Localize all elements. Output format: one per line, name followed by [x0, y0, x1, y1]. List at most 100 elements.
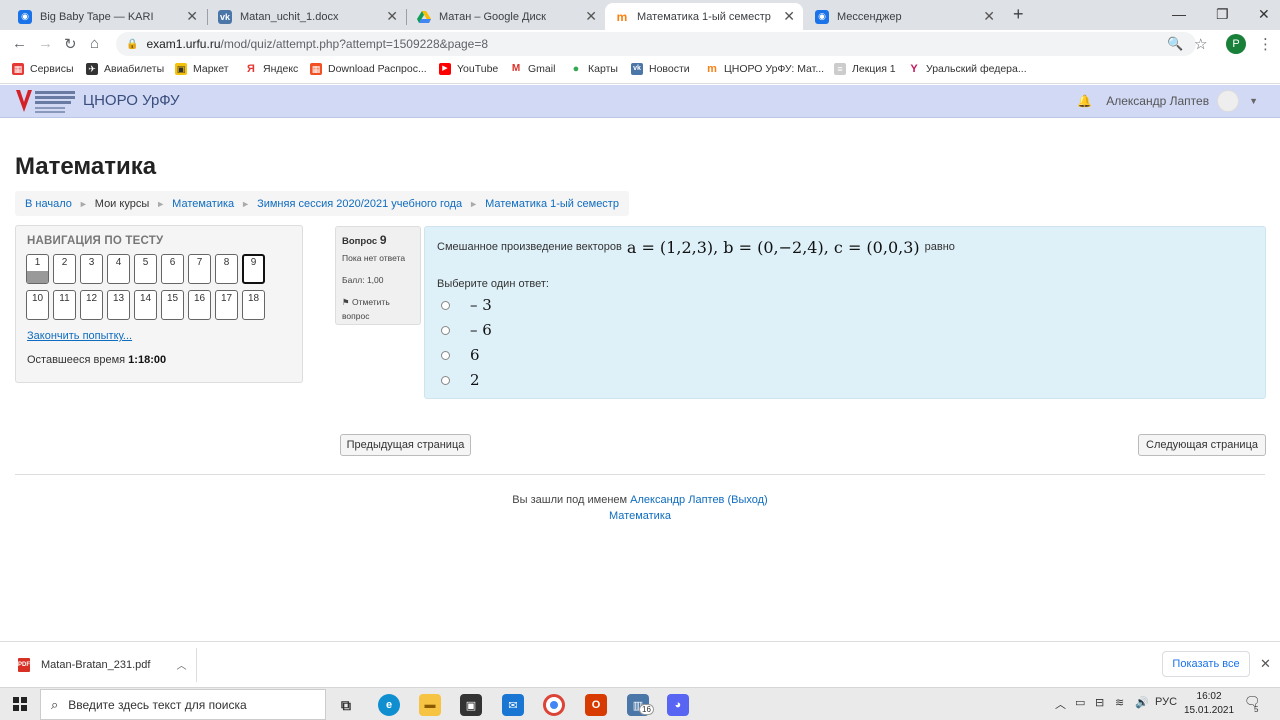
wifi-icon[interactable]: ≋ — [1115, 696, 1124, 709]
previous-page-button[interactable]: Предыдущая страница — [340, 434, 471, 456]
download-item[interactable]: PDF Matan-Bratan_231.pdf ︿ — [18, 657, 186, 672]
language-indicator[interactable]: РУС — [1155, 696, 1177, 708]
site-title[interactable]: ЦНОРО УрФУ — [83, 92, 180, 109]
footer-user-link[interactable]: Александр Лаптев — [630, 494, 724, 506]
bookmark-lecture[interactable]: ≡ Лекция 1 — [834, 63, 896, 75]
mail-icon[interactable]: ✉ — [502, 694, 524, 716]
tab-messenger[interactable]: ◉ Мессенджер ✕ — [805, 3, 1003, 30]
url-field[interactable]: 🔒 exam1.urfu.ru/mod/quiz/attempt.php?att… — [116, 32, 1196, 56]
new-tab-button[interactable]: + — [1013, 4, 1024, 25]
quiz-nav-button-7[interactable]: 7 — [188, 254, 211, 284]
answer-option[interactable]: – 6 — [441, 321, 492, 339]
bookmark-star-icon[interactable]: ☆ — [1194, 35, 1207, 53]
bookmark-yandex[interactable]: Я Яндекс — [245, 63, 298, 75]
quiz-nav-button-1[interactable]: 1 — [26, 254, 49, 284]
radio-button[interactable] — [441, 325, 450, 335]
chevron-up-icon[interactable]: ︿ — [1055, 696, 1066, 712]
close-window-button[interactable]: ✕ — [1258, 6, 1270, 23]
battery-icon[interactable]: ▭ — [1075, 696, 1085, 709]
radio-button[interactable] — [441, 300, 450, 310]
quiz-nav-button-2[interactable]: 2 — [53, 254, 76, 284]
finish-attempt-link[interactable]: Закончить попытку... — [27, 330, 132, 342]
forward-icon[interactable]: → — [38, 35, 53, 52]
bell-icon[interactable]: 🔔 — [1077, 94, 1092, 108]
taskbar-search-input[interactable]: ⌕ Введите здесь текст для поиска — [40, 689, 326, 720]
zoom-icon[interactable]: 🔍 — [1167, 36, 1183, 52]
maximize-button[interactable]: ❐ — [1216, 6, 1229, 23]
quiz-nav-button-17[interactable]: 17 — [215, 290, 238, 320]
user-name[interactable]: Александр Лаптев — [1106, 94, 1209, 108]
show-all-downloads-button[interactable]: Показать все — [1162, 651, 1250, 677]
profile-avatar[interactable]: P — [1226, 34, 1246, 54]
volume-icon[interactable]: 🔊 — [1135, 696, 1149, 709]
minimize-button[interactable]: — — [1172, 6, 1186, 22]
user-avatar[interactable] — [1217, 90, 1240, 112]
network-icon[interactable]: ⊟ — [1095, 696, 1104, 709]
quiz-nav-button-12[interactable]: 12 — [80, 290, 103, 320]
quiz-nav-button-11[interactable]: 11 — [53, 290, 76, 320]
quiz-nav-button-18[interactable]: 18 — [242, 290, 265, 320]
radio-button[interactable] — [441, 350, 450, 360]
file-explorer-icon[interactable]: ▬ — [419, 694, 441, 716]
quiz-nav-button-4[interactable]: 4 — [107, 254, 130, 284]
menu-icon[interactable]: ⋮ — [1258, 35, 1273, 53]
bookmark-maps[interactable]: ● Карты — [570, 63, 618, 75]
close-icon[interactable]: ✕ — [983, 8, 995, 25]
breadcrumb-semester[interactable]: Математика 1-ый семестр — [485, 198, 619, 210]
task-view-icon[interactable]: ⧉ — [335, 694, 357, 716]
reload-icon[interactable]: ↻ — [64, 35, 77, 53]
bookmark-market[interactable]: ▣ Маркет — [175, 63, 229, 75]
close-icon[interactable]: ✕ — [386, 8, 398, 25]
answer-option[interactable]: 2 — [441, 371, 480, 389]
tab-math-semester[interactable]: m Математика 1-ый семестр ✕ — [605, 3, 803, 30]
answer-option[interactable]: – 3 — [441, 296, 492, 314]
tab-matan-docx[interactable]: vk Matan_uchit_1.docx ✕ — [208, 3, 406, 30]
breadcrumb-home[interactable]: В начало — [25, 198, 72, 210]
quiz-nav-button-16[interactable]: 16 — [188, 290, 211, 320]
quiz-nav-button-8[interactable]: 8 — [215, 254, 238, 284]
next-page-button[interactable]: Следующая страница — [1138, 434, 1266, 456]
quiz-nav-button-13[interactable]: 13 — [107, 290, 130, 320]
quiz-nav-button-3[interactable]: 3 — [80, 254, 103, 284]
tab-big-baby-tape[interactable]: ◉ Big Baby Tape — KARI ✕ — [8, 3, 206, 30]
answer-option[interactable]: 6 — [441, 346, 480, 364]
bookmark-youtube[interactable]: ▶ YouTube — [439, 63, 498, 75]
quiz-nav-button-5[interactable]: 5 — [134, 254, 157, 284]
discord-icon[interactable]: ◕ — [667, 694, 689, 716]
quiz-nav-button-10[interactable]: 10 — [26, 290, 49, 320]
close-icon[interactable]: ✕ — [1260, 656, 1271, 672]
chrome-icon[interactable] — [543, 694, 565, 716]
quiz-nav-button-14[interactable]: 14 — [134, 290, 157, 320]
quiz-nav-button-9[interactable]: 9 — [242, 254, 265, 284]
bookmark-gmail[interactable]: M Gmail — [510, 63, 555, 75]
bookmark-flights[interactable]: ✈ Авиабилеты — [86, 63, 164, 75]
bookmark-services[interactable]: ▦ Сервисы — [12, 63, 74, 75]
bookmark-news[interactable]: vk Новости — [631, 63, 690, 75]
urfu-logo[interactable] — [15, 87, 77, 115]
clock[interactable]: 16:02 15.01.2021 — [1184, 690, 1234, 718]
chevron-up-icon[interactable]: ︿ — [176, 657, 186, 672]
close-icon[interactable]: ✕ — [585, 8, 597, 25]
logout-link[interactable]: (Выход) — [727, 494, 767, 506]
chevron-down-icon[interactable]: ▼ — [1249, 96, 1258, 106]
home-icon[interactable]: ⌂ — [90, 35, 99, 52]
bookmark-cnoro[interactable]: m ЦНОРО УрФУ: Мат... — [706, 63, 824, 75]
quiz-nav-button-6[interactable]: 6 — [161, 254, 184, 284]
close-icon[interactable]: ✕ — [186, 8, 198, 25]
user-menu[interactable]: 🔔 Александр Лаптев ▼ — [1077, 90, 1258, 112]
breadcrumb-math[interactable]: Математика — [172, 198, 234, 210]
flag-question-button[interactable]: ⚑ Отметить вопрос — [342, 295, 414, 323]
store-icon[interactable]: ▣ — [460, 694, 482, 716]
bookmark-download[interactable]: ▦ Download Распрос... — [310, 63, 427, 75]
quiz-nav-button-15[interactable]: 15 — [161, 290, 184, 320]
radio-button[interactable] — [441, 375, 450, 385]
breadcrumb-session[interactable]: Зимняя сессия 2020/2021 учебного года — [257, 198, 462, 210]
edge-icon[interactable]: e — [378, 694, 400, 716]
close-icon[interactable]: ✕ — [783, 8, 795, 25]
tab-google-drive[interactable]: Матан – Google Диск ✕ — [407, 3, 605, 30]
back-icon[interactable]: ← — [12, 35, 27, 52]
windows-start-icon[interactable] — [13, 697, 27, 711]
office-icon[interactable]: O — [585, 694, 607, 716]
footer-course-link[interactable]: Математика — [609, 510, 671, 522]
bookmark-urfu[interactable]: Y Уральский федера... — [908, 63, 1026, 75]
